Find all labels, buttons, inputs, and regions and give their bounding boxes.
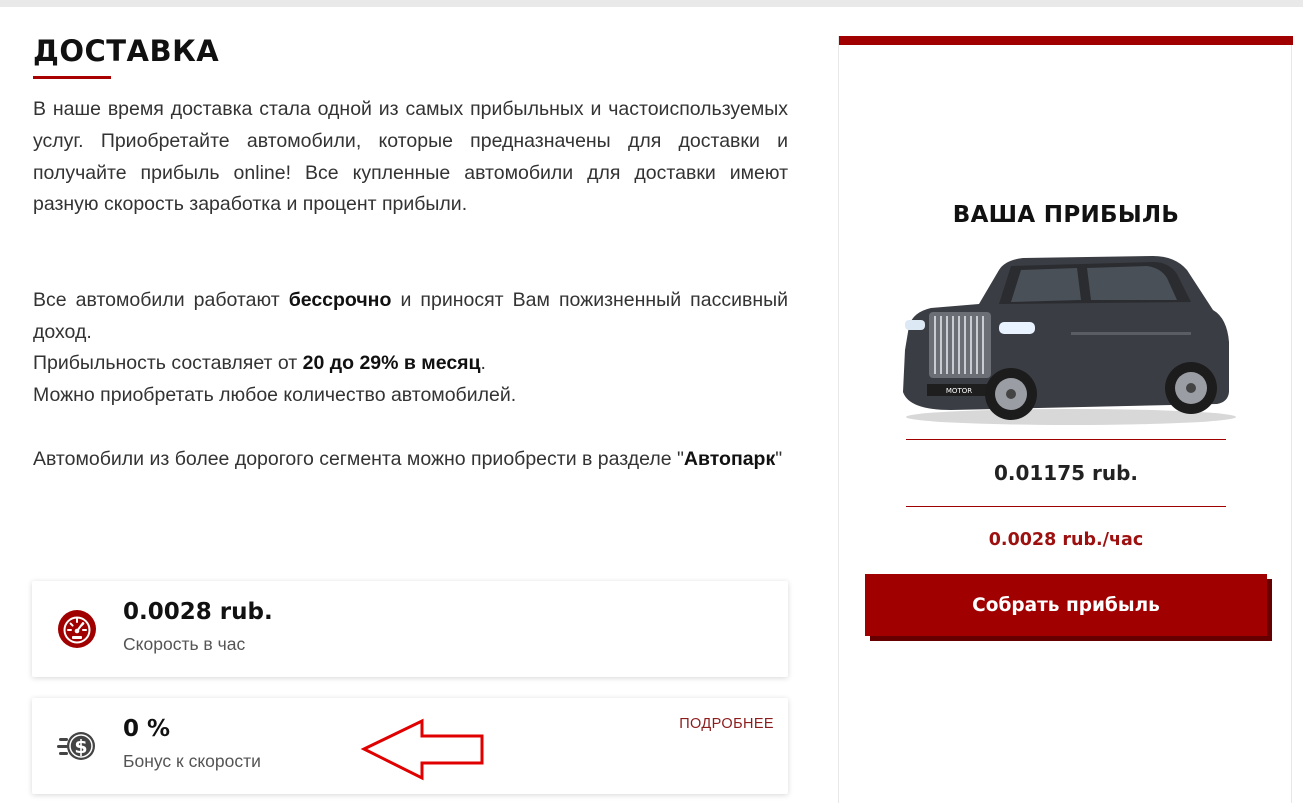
speed-card: 0.0028 rub. Скорость в час <box>32 581 788 677</box>
coin-speed-icon: $ <box>57 732 95 760</box>
profit-panel: ВАША ПРИБЫЛЬ MOTOR 0.01175 rub. 0.0028 r… <box>838 36 1293 803</box>
text-fragment: Прибыльность составляет от <box>33 352 303 374</box>
divider <box>906 439 1226 440</box>
collect-profit-button[interactable]: Собрать прибыль <box>865 574 1267 636</box>
license-plate: MOTOR <box>946 387 972 395</box>
left-arrow-annotation <box>360 718 484 781</box>
top-divider <box>0 0 1303 7</box>
intro-paragraph: В наше время доставка стала одной из сам… <box>33 98 788 216</box>
speed-label: Скорость в час <box>123 634 246 654</box>
profit-rate: 0.0028 rub./час <box>988 530 1144 550</box>
text-fragment: " <box>775 448 783 470</box>
divider <box>906 506 1226 507</box>
profit-balance: 0.01175 rub. <box>993 461 1139 485</box>
text-fragment: Все автомобили работают <box>33 289 289 311</box>
more-details-link[interactable]: ПОДРОБНЕЕ <box>679 716 774 732</box>
text-fragment: . <box>480 352 486 374</box>
profitability-paragraph: Прибыльность составляет от 20 до 29% в м… <box>33 348 788 380</box>
bold-term: 20 до 29% в месяц <box>302 352 481 374</box>
lifetime-paragraph: Все автомобили работают бессрочно и прин… <box>33 285 788 349</box>
title-underline <box>33 76 111 79</box>
autopark-paragraph: Автомобили из более дорогого сегмента мо… <box>33 444 788 476</box>
panel-accent-bar <box>839 36 1293 45</box>
text-fragment: Автомобили из более дорогого сегмента мо… <box>33 448 684 470</box>
speedometer-icon <box>58 610 96 648</box>
bold-term: бессрочно <box>288 289 392 311</box>
svg-text:$: $ <box>74 736 87 758</box>
car-image: MOTOR <box>903 256 1236 425</box>
bonus-label: Бонус к скорости <box>123 751 261 771</box>
speed-value: 0.0028 rub. <box>123 599 273 625</box>
profit-title: ВАША ПРИБЫЛЬ <box>952 202 1180 228</box>
quantity-paragraph: Можно приобретать любое количество автом… <box>33 384 517 406</box>
page-title: ДОСТАВКА <box>33 34 220 68</box>
bonus-value: 0 % <box>123 716 171 742</box>
autopark-link[interactable]: Автопарк <box>684 448 775 470</box>
